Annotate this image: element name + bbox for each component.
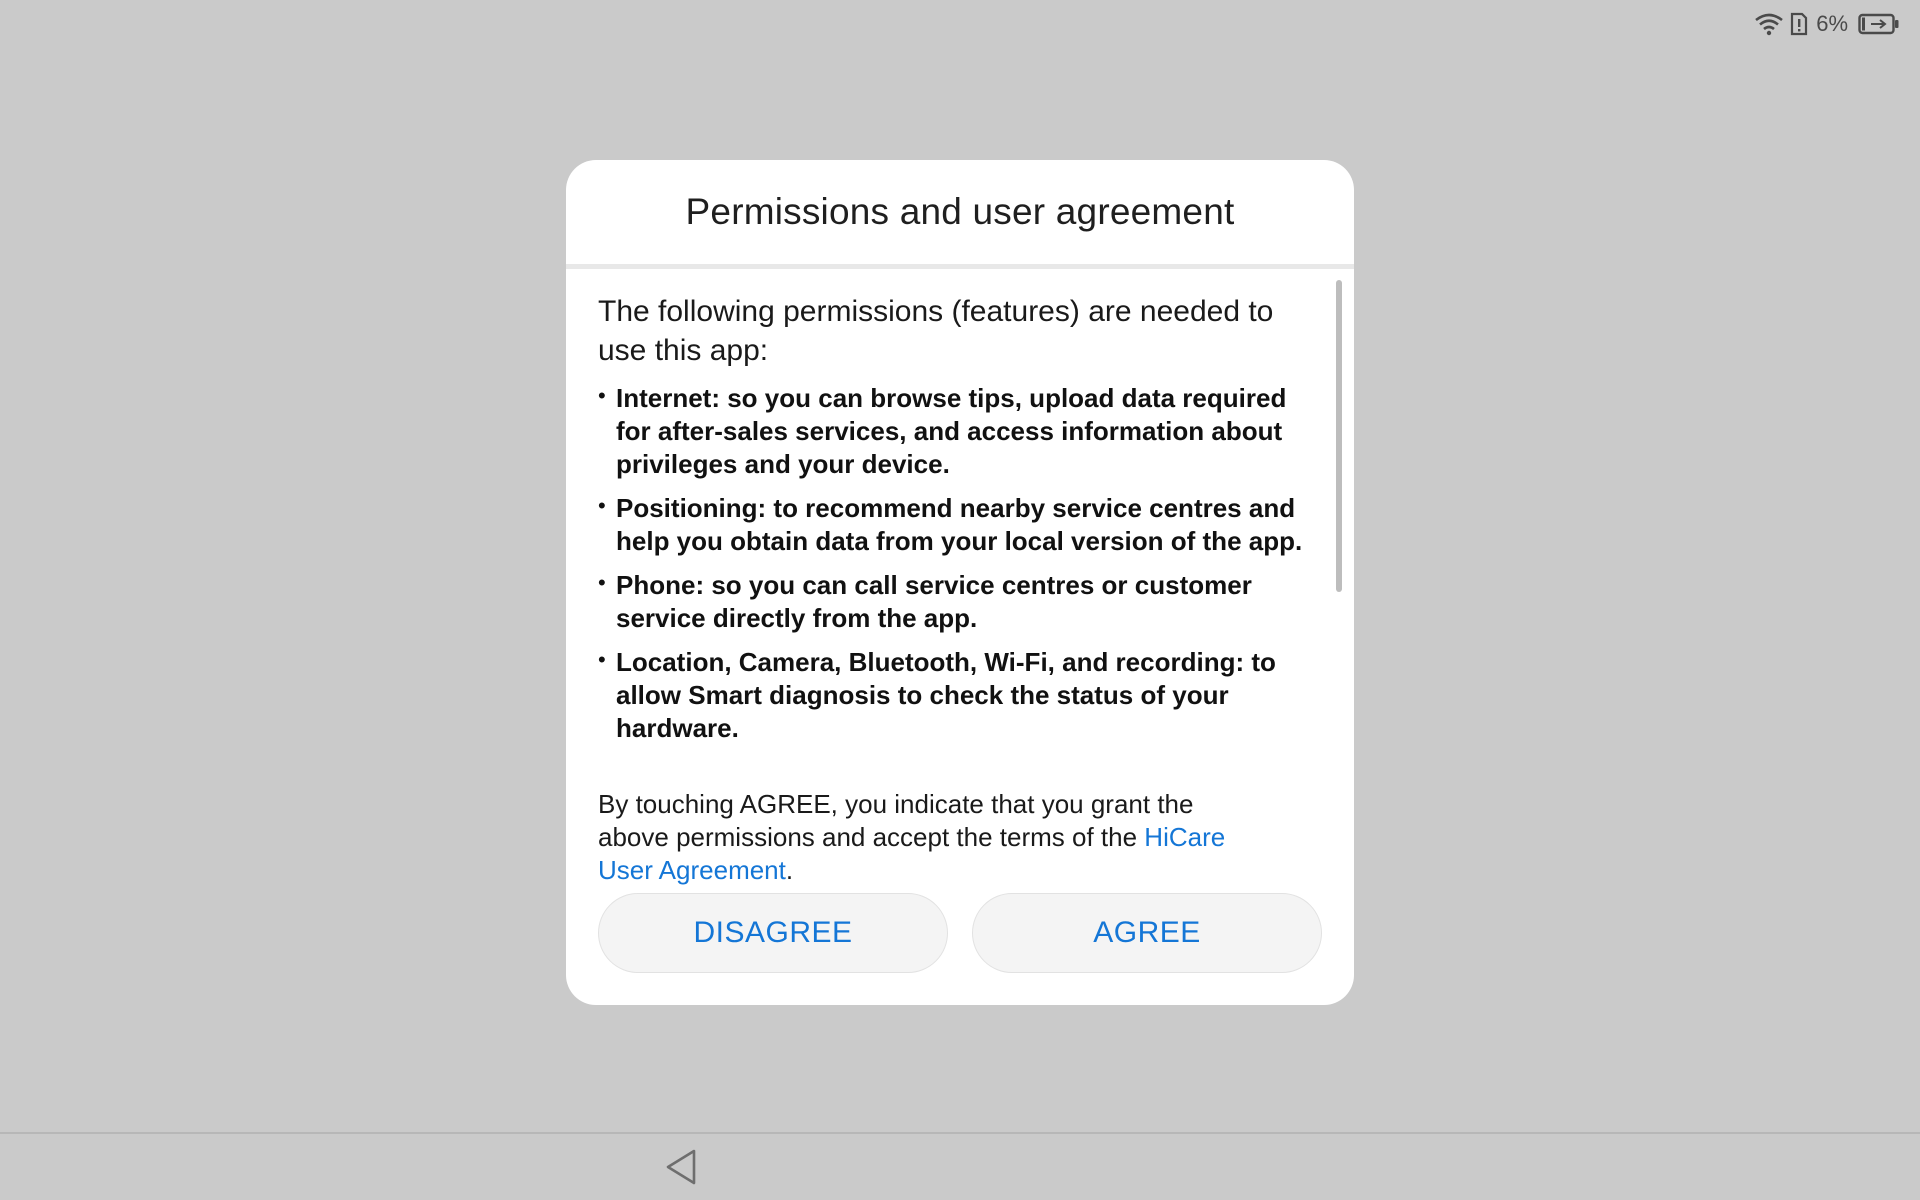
disagree-button[interactable]: DISAGREE: [598, 893, 948, 973]
permission-text: Internet: so you can browse tips, upload…: [616, 383, 1287, 479]
bullet: •: [598, 647, 606, 672]
title-divider: [566, 264, 1354, 269]
back-icon[interactable]: [664, 1148, 698, 1186]
battery-charging-icon: [1858, 13, 1899, 35]
bullet: •: [598, 383, 606, 408]
permission-text: Location, Camera, Bluetooth, Wi-Fi, and …: [616, 647, 1276, 743]
consent-prefix: By touching AGREE, you indicate that you…: [598, 789, 1194, 852]
dialog-buttons: DISAGREE AGREE: [598, 893, 1322, 973]
permission-text: Phone: so you can call service centres o…: [616, 570, 1252, 633]
permissions-intro: The following permissions (features) are…: [598, 295, 1274, 367]
permissions-dialog: Permissions and user agreement The follo…: [566, 160, 1354, 1005]
consent-suffix: .: [785, 855, 794, 885]
battery-percent: 6%: [1816, 11, 1848, 36]
bullet: •: [598, 493, 606, 518]
scrollbar[interactable]: [1336, 280, 1342, 592]
permission-text: Positioning: to recommend nearby service…: [616, 493, 1303, 556]
permission-positioning: • Positioning: to recommend nearby servi…: [598, 492, 1326, 558]
wifi-icon: [1755, 13, 1783, 36]
agree-button[interactable]: AGREE: [972, 893, 1322, 973]
permission-hardware: • Location, Camera, Bluetooth, Wi-Fi, an…: [598, 646, 1326, 745]
bullet: •: [598, 570, 606, 595]
permissions-list: • Internet: so you can browse tips, uplo…: [598, 382, 1326, 745]
consent-text: By touching AGREE, you indicate that you…: [598, 788, 1326, 887]
dialog-content[interactable]: The following permissions (features) are…: [598, 270, 1326, 885]
sim-alert-icon: [1791, 12, 1808, 36]
dialog-title: Permissions and user agreement: [685, 191, 1235, 232]
permission-phone: • Phone: so you can call service centres…: [598, 569, 1326, 635]
navigation-bar: [0, 1132, 1920, 1200]
status-bar: 6%: [1754, 10, 1900, 38]
permission-internet: • Internet: so you can browse tips, uplo…: [598, 382, 1326, 481]
